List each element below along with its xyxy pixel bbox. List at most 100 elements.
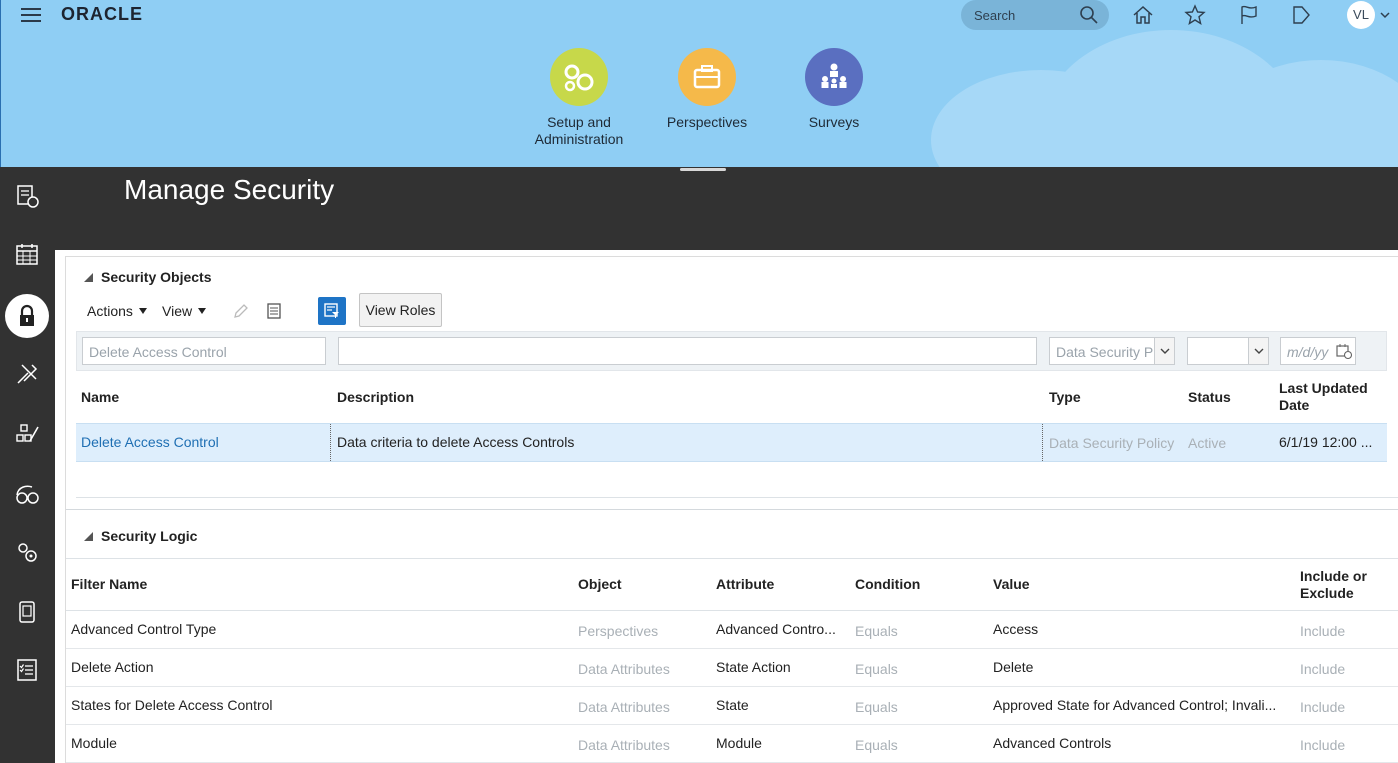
briefcase-icon — [678, 48, 736, 106]
object-cell: Data Attributes — [578, 699, 670, 715]
document-history-icon[interactable] — [12, 181, 42, 211]
attribute-cell: State — [716, 697, 749, 713]
dropdown-caret-icon — [198, 308, 207, 314]
include-cell: Include — [1300, 699, 1346, 715]
filter-name-cell: Delete Action — [71, 659, 154, 675]
favorites-star-icon[interactable] — [1183, 3, 1207, 27]
task-side-rail — [0, 167, 55, 763]
app-tile-label: Setup and Administration — [534, 114, 624, 147]
include-cell: Include — [1300, 661, 1346, 677]
condition-cell: Equals — [855, 737, 898, 753]
notifications-icon[interactable] — [1289, 3, 1313, 27]
security-logic-header[interactable]: Security Logic — [84, 528, 197, 544]
column-header-attribute[interactable]: Attribute — [716, 576, 774, 593]
hierarchy-edit-icon[interactable] — [12, 419, 42, 449]
column-header-status[interactable]: Status — [1188, 389, 1231, 406]
column-header-object[interactable]: Object — [578, 576, 622, 593]
search-icon[interactable] — [1079, 5, 1099, 28]
filter-icon — [324, 303, 339, 318]
security-object-name-link[interactable]: Delete Access Control — [81, 434, 219, 450]
global-header: ORACLE Search VL Setup and Administratio… — [0, 0, 1398, 167]
column-header-last-updated[interactable]: Last Updated Date — [1279, 380, 1379, 414]
object-cell: Data Attributes — [578, 737, 670, 753]
date-filter-input[interactable]: m/d/yy — [1280, 337, 1356, 365]
include-cell: Include — [1300, 737, 1346, 753]
condition-cell: Equals — [855, 699, 898, 715]
chevron-down-icon[interactable] — [1379, 8, 1391, 24]
home-icon[interactable] — [1131, 3, 1155, 27]
people-icon — [805, 48, 863, 106]
springboard-collapse-handle[interactable] — [680, 168, 726, 171]
settings-gears-icon[interactable] — [12, 537, 42, 567]
value-cell: Access — [993, 621, 1039, 637]
condition-cell: Equals — [855, 661, 898, 677]
navigator-menu-icon[interactable] — [21, 8, 41, 22]
attribute-cell: Advanced Contro... — [716, 621, 836, 637]
app-tile-label: Surveys — [808, 114, 860, 130]
column-header-description[interactable]: Description — [337, 389, 414, 406]
value-cell: Advanced Controls — [993, 735, 1112, 751]
condition-cell: Equals — [855, 623, 898, 639]
mobile-device-icon[interactable] — [12, 597, 42, 627]
description-filter-input[interactable] — [338, 337, 1037, 365]
column-header-include-exclude[interactable]: Include or Exclude — [1300, 568, 1390, 602]
column-header-condition[interactable]: Condition — [855, 576, 920, 593]
filter-name-cell: Advanced Control Type — [71, 621, 217, 637]
gears-icon — [550, 48, 608, 106]
collapse-triangle-icon[interactable] — [84, 273, 93, 282]
cell-divider — [1042, 424, 1043, 461]
security-objects-header[interactable]: Security Objects — [84, 269, 212, 285]
object-cell: Data Attributes — [578, 661, 670, 677]
edit-pencil-icon[interactable] — [232, 302, 250, 323]
value-cell: Delete — [993, 659, 1034, 675]
security-object-description: Data criteria to delete Access Controls — [337, 434, 575, 450]
filter-name-cell: Module — [71, 735, 117, 751]
dashboard-gauge-icon[interactable] — [12, 479, 42, 509]
search-input[interactable]: Search — [974, 8, 1015, 23]
chevron-down-icon[interactable] — [1248, 338, 1268, 364]
app-tile-surveys[interactable]: Surveys — [769, 48, 899, 131]
view-menu[interactable]: View — [162, 303, 207, 319]
page-title: Manage Security — [124, 174, 335, 205]
actions-menu[interactable]: Actions — [87, 303, 147, 319]
oracle-logo: ORACLE — [61, 4, 143, 24]
calendar-picker-icon[interactable] — [1336, 343, 1353, 362]
value-cell: Approved State for Advanced Control; Inv… — [993, 697, 1277, 713]
global-search[interactable]: Search — [961, 0, 1109, 30]
detach-table-icon[interactable] — [265, 302, 283, 323]
column-header-type[interactable]: Type — [1049, 389, 1081, 406]
chevron-down-icon[interactable] — [1154, 338, 1174, 364]
calendar-icon[interactable] — [12, 239, 42, 269]
section-divider — [66, 558, 1398, 559]
filter-name-cell: States for Delete Access Control — [71, 697, 273, 713]
security-lock-icon[interactable] — [5, 294, 49, 338]
column-header-name[interactable]: Name — [81, 389, 119, 406]
column-header-filter-name[interactable]: Filter Name — [71, 576, 147, 593]
type-filter-select[interactable]: Data Security P — [1049, 337, 1175, 365]
query-by-example-button[interactable] — [318, 297, 346, 325]
user-avatar[interactable]: VL — [1347, 1, 1375, 29]
cell-divider — [330, 424, 331, 461]
security-object-last-updated: 6/1/19 12:00 ... — [1279, 434, 1373, 450]
dropdown-caret-icon — [138, 308, 147, 314]
attribute-cell: State Action — [716, 659, 791, 675]
security-object-type: Data Security Policy — [1049, 435, 1175, 451]
tools-icon[interactable] — [12, 359, 42, 389]
attribute-cell: Module — [716, 735, 762, 751]
security-object-status: Active — [1188, 435, 1227, 451]
column-header-value[interactable]: Value — [993, 576, 1030, 593]
query-by-example-row: Delete Access Control Data Security P m/… — [76, 331, 1387, 371]
object-cell: Perspectives — [578, 623, 659, 639]
section-divider — [76, 497, 1398, 498]
name-filter-input[interactable]: Delete Access Control — [82, 337, 326, 365]
collapse-triangle-icon[interactable] — [84, 532, 93, 541]
watchlist-flag-icon[interactable] — [1237, 3, 1261, 27]
checklist-icon[interactable] — [12, 655, 42, 685]
section-divider — [66, 509, 1398, 510]
status-filter-select[interactable] — [1187, 337, 1269, 365]
app-tile-perspectives[interactable]: Perspectives — [642, 48, 772, 131]
app-tile-setup-and-administration[interactable]: Setup and Administration — [514, 48, 644, 148]
include-cell: Include — [1300, 623, 1346, 639]
app-tile-label: Perspectives — [666, 114, 748, 130]
view-roles-button[interactable]: View Roles — [359, 293, 442, 327]
